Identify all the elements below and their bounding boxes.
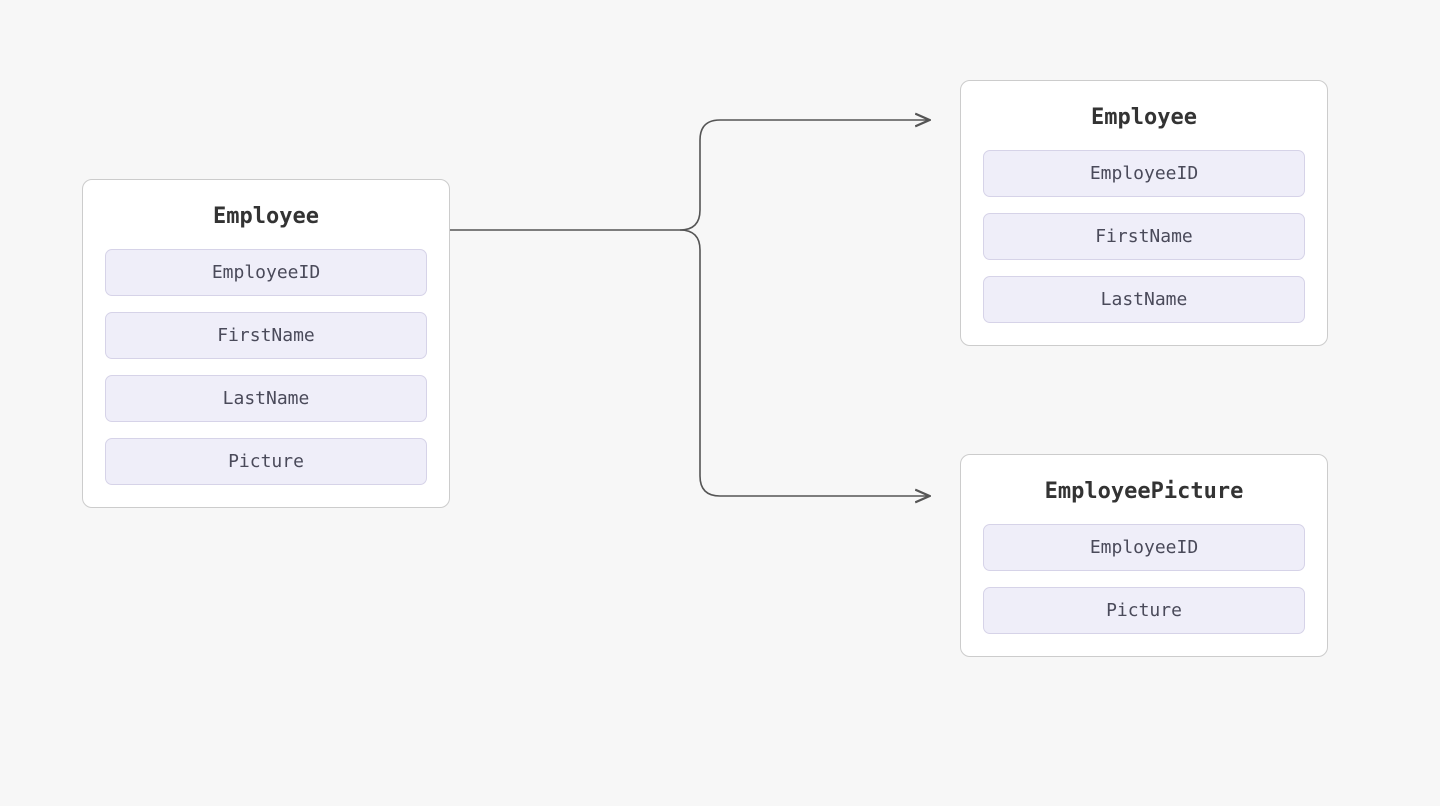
field-lastname: LastName [105, 375, 427, 422]
entity-employee-target: Employee EmployeeID FirstName LastName [960, 80, 1328, 346]
field-employeeid: EmployeeID [983, 150, 1305, 197]
field-employeeid: EmployeeID [983, 524, 1305, 571]
field-picture: Picture [983, 587, 1305, 634]
entity-title: Employee [105, 204, 427, 229]
field-lastname: LastName [983, 276, 1305, 323]
entity-title: Employee [983, 105, 1305, 130]
entity-employeepicture: EmployeePicture EmployeeID Picture [960, 454, 1328, 657]
entity-title: EmployeePicture [983, 479, 1305, 504]
field-firstname: FirstName [105, 312, 427, 359]
field-picture: Picture [105, 438, 427, 485]
entity-employee-source: Employee EmployeeID FirstName LastName P… [82, 179, 450, 508]
field-firstname: FirstName [983, 213, 1305, 260]
field-employeeid: EmployeeID [105, 249, 427, 296]
